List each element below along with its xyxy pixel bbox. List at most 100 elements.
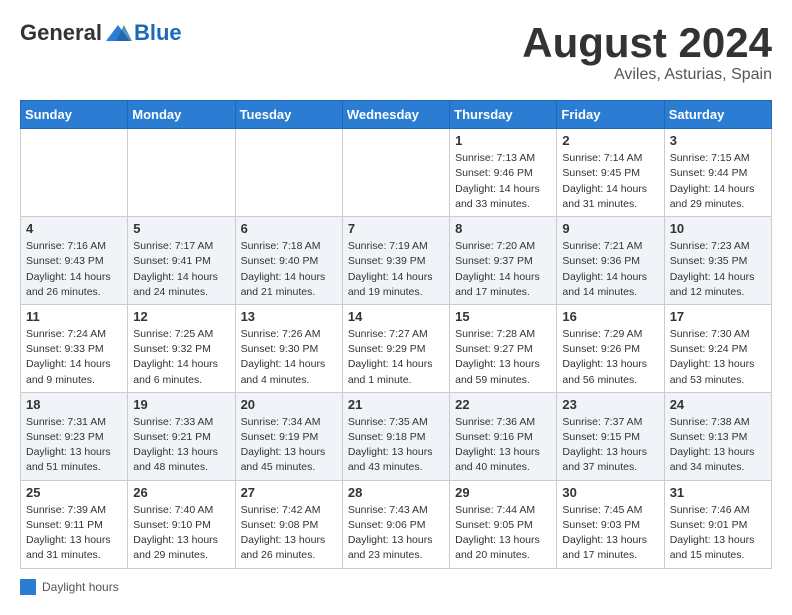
calendar-day-cell: 2Sunrise: 7:14 AM Sunset: 9:45 PM Daylig… xyxy=(557,129,664,217)
day-info-text: Sunrise: 7:14 AM Sunset: 9:45 PM Dayligh… xyxy=(562,151,658,212)
calendar-day-cell: 6Sunrise: 7:18 AM Sunset: 9:40 PM Daylig… xyxy=(235,217,342,305)
calendar-day-header: Saturday xyxy=(664,101,771,129)
day-info-text: Sunrise: 7:18 AM Sunset: 9:40 PM Dayligh… xyxy=(241,239,337,300)
calendar-day-cell: 31Sunrise: 7:46 AM Sunset: 9:01 PM Dayli… xyxy=(664,480,771,568)
day-number: 4 xyxy=(26,221,122,236)
day-info-text: Sunrise: 7:23 AM Sunset: 9:35 PM Dayligh… xyxy=(670,239,766,300)
calendar-week-row: 11Sunrise: 7:24 AM Sunset: 9:33 PM Dayli… xyxy=(21,304,772,392)
legend-color-box xyxy=(20,579,36,595)
calendar-day-cell: 18 Sunrise: 7:31 AM Sunset: 9:23 PM Dayli… xyxy=(21,392,128,480)
calendar-day-cell: 21Sunrise: 7:35 AM Sunset: 9:18 PM Dayli… xyxy=(342,392,449,480)
day-info-text: Sunrise: 7:30 AM Sunset: 9:24 PM Dayligh… xyxy=(670,327,766,388)
day-info-text: Sunrise: 7:37 AM Sunset: 9:15 PM Dayligh… xyxy=(562,415,658,476)
day-number: 15 xyxy=(455,309,551,324)
calendar-day-cell: 10 Sunrise: 7:23 AM Sunset: 9:35 PM Dayli… xyxy=(664,217,771,305)
calendar-day-cell: 9 Sunrise: 7:21 AM Sunset: 9:36 PM Daylig… xyxy=(557,217,664,305)
location-subtitle: Aviles, Asturias, Spain xyxy=(522,66,772,84)
logo-blue-text: Blue xyxy=(134,20,182,46)
calendar-day-cell: 12 Sunrise: 7:25 AM Sunset: 9:32 PM Dayli… xyxy=(128,304,235,392)
calendar-day-header: Tuesday xyxy=(235,101,342,129)
calendar-day-cell xyxy=(128,129,235,217)
calendar-day-cell: 23 Sunrise: 7:37 AM Sunset: 9:15 PM Dayli… xyxy=(557,392,664,480)
day-info-text: Sunrise: 7:29 AM Sunset: 9:26 PM Dayligh… xyxy=(562,327,658,388)
calendar-day-cell: 5 Sunrise: 7:17 AM Sunset: 9:41 PM Daylig… xyxy=(128,217,235,305)
day-number: 18 xyxy=(26,397,122,412)
day-info-text: Sunrise: 7:42 AM Sunset: 9:08 PM Dayligh… xyxy=(241,503,337,564)
day-number: 8 xyxy=(455,221,551,236)
day-info-text: Sunrise: 7:26 AM Sunset: 9:30 PM Dayligh… xyxy=(241,327,337,388)
calendar-day-cell: 28 Sunrise: 7:43 AM Sunset: 9:06 PM Dayli… xyxy=(342,480,449,568)
day-number: 7 xyxy=(348,221,444,236)
logo-icon xyxy=(104,23,132,43)
title-block: August 2024 Aviles, Asturias, Spain xyxy=(522,20,772,84)
calendar-week-row: 1 Sunrise: 7:13 AM Sunset: 9:46 PM Daylig… xyxy=(21,129,772,217)
day-number: 9 xyxy=(562,221,658,236)
calendar-day-cell: 27 Sunrise: 7:42 AM Sunset: 9:08 PM Dayli… xyxy=(235,480,342,568)
calendar-day-cell xyxy=(342,129,449,217)
calendar-day-cell: 29 Sunrise: 7:44 AM Sunset: 9:05 PM Dayli… xyxy=(450,480,557,568)
page-header: General Blue August 2024 Aviles, Asturia… xyxy=(20,20,772,84)
calendar-day-cell: 22Sunrise: 7:36 AM Sunset: 9:16 PM Dayli… xyxy=(450,392,557,480)
calendar-day-cell: 25 Sunrise: 7:39 AM Sunset: 9:11 PM Dayli… xyxy=(21,480,128,568)
day-number: 24 xyxy=(670,397,766,412)
calendar-table: SundayMondayTuesdayWednesdayThursdayFrid… xyxy=(20,100,772,568)
day-number: 3 xyxy=(670,133,766,148)
day-number: 23 xyxy=(562,397,658,412)
day-number: 11 xyxy=(26,309,122,324)
day-number: 27 xyxy=(241,485,337,500)
day-info-text: Sunrise: 7:21 AM Sunset: 9:36 PM Dayligh… xyxy=(562,239,658,300)
day-info-text: Sunrise: 7:13 AM Sunset: 9:46 PM Dayligh… xyxy=(455,151,551,212)
day-info-text: Sunrise: 7:46 AM Sunset: 9:01 PM Dayligh… xyxy=(670,503,766,564)
day-info-text: Sunrise: 7:39 AM Sunset: 9:11 PM Dayligh… xyxy=(26,503,122,564)
calendar-week-row: 25 Sunrise: 7:39 AM Sunset: 9:11 PM Dayli… xyxy=(21,480,772,568)
calendar-day-header: Monday xyxy=(128,101,235,129)
day-number: 28 xyxy=(348,485,444,500)
calendar-day-cell: 8 Sunrise: 7:20 AM Sunset: 9:37 PM Daylig… xyxy=(450,217,557,305)
day-info-text: Sunrise: 7:15 AM Sunset: 9:44 PM Dayligh… xyxy=(670,151,766,212)
day-info-text: Sunrise: 7:45 AM Sunset: 9:03 PM Dayligh… xyxy=(562,503,658,564)
calendar-day-header: Sunday xyxy=(21,101,128,129)
calendar-day-cell xyxy=(21,129,128,217)
day-number: 30 xyxy=(562,485,658,500)
calendar-day-header: Thursday xyxy=(450,101,557,129)
calendar-day-cell: 3 Sunrise: 7:15 AM Sunset: 9:44 PM Daylig… xyxy=(664,129,771,217)
day-number: 13 xyxy=(241,309,337,324)
calendar-day-cell: 24Sunrise: 7:38 AM Sunset: 9:13 PM Dayli… xyxy=(664,392,771,480)
day-info-text: Sunrise: 7:36 AM Sunset: 9:16 PM Dayligh… xyxy=(455,415,551,476)
day-number: 10 xyxy=(670,221,766,236)
day-number: 5 xyxy=(133,221,229,236)
calendar-day-header: Wednesday xyxy=(342,101,449,129)
calendar-day-cell: 15 Sunrise: 7:28 AM Sunset: 9:27 PM Dayli… xyxy=(450,304,557,392)
day-info-text: Sunrise: 7:33 AM Sunset: 9:21 PM Dayligh… xyxy=(133,415,229,476)
day-number: 12 xyxy=(133,309,229,324)
day-info-text: Sunrise: 7:20 AM Sunset: 9:37 PM Dayligh… xyxy=(455,239,551,300)
calendar-day-cell: 13 Sunrise: 7:26 AM Sunset: 9:30 PM Dayli… xyxy=(235,304,342,392)
day-info-text: Sunrise: 7:31 AM Sunset: 9:23 PM Dayligh… xyxy=(26,415,122,476)
calendar-day-cell: 19Sunrise: 7:33 AM Sunset: 9:21 PM Dayli… xyxy=(128,392,235,480)
legend: Daylight hours xyxy=(20,579,772,595)
day-info-text: Sunrise: 7:44 AM Sunset: 9:05 PM Dayligh… xyxy=(455,503,551,564)
day-info-text: Sunrise: 7:19 AM Sunset: 9:39 PM Dayligh… xyxy=(348,239,444,300)
day-info-text: Sunrise: 7:27 AM Sunset: 9:29 PM Dayligh… xyxy=(348,327,444,388)
day-info-text: Sunrise: 7:25 AM Sunset: 9:32 PM Dayligh… xyxy=(133,327,229,388)
calendar-day-cell: 7 Sunrise: 7:19 AM Sunset: 9:39 PM Daylig… xyxy=(342,217,449,305)
legend-label: Daylight hours xyxy=(42,580,119,594)
day-info-text: Sunrise: 7:43 AM Sunset: 9:06 PM Dayligh… xyxy=(348,503,444,564)
day-number: 20 xyxy=(241,397,337,412)
day-info-text: Sunrise: 7:16 AM Sunset: 9:43 PM Dayligh… xyxy=(26,239,122,300)
calendar-day-cell: 11Sunrise: 7:24 AM Sunset: 9:33 PM Dayli… xyxy=(21,304,128,392)
day-number: 1 xyxy=(455,133,551,148)
day-number: 17 xyxy=(670,309,766,324)
logo: General Blue xyxy=(20,20,182,46)
calendar-day-cell: 30 Sunrise: 7:45 AM Sunset: 9:03 PM Dayli… xyxy=(557,480,664,568)
calendar-week-row: 18 Sunrise: 7:31 AM Sunset: 9:23 PM Dayli… xyxy=(21,392,772,480)
calendar-day-cell: 20Sunrise: 7:34 AM Sunset: 9:19 PM Dayli… xyxy=(235,392,342,480)
day-number: 25 xyxy=(26,485,122,500)
calendar-week-row: 4 Sunrise: 7:16 AM Sunset: 9:43 PM Daylig… xyxy=(21,217,772,305)
day-info-text: Sunrise: 7:40 AM Sunset: 9:10 PM Dayligh… xyxy=(133,503,229,564)
day-info-text: Sunrise: 7:28 AM Sunset: 9:27 PM Dayligh… xyxy=(455,327,551,388)
calendar-day-cell: 4 Sunrise: 7:16 AM Sunset: 9:43 PM Daylig… xyxy=(21,217,128,305)
day-info-text: Sunrise: 7:17 AM Sunset: 9:41 PM Dayligh… xyxy=(133,239,229,300)
day-number: 29 xyxy=(455,485,551,500)
calendar-day-cell: 26Sunrise: 7:40 AM Sunset: 9:10 PM Dayli… xyxy=(128,480,235,568)
